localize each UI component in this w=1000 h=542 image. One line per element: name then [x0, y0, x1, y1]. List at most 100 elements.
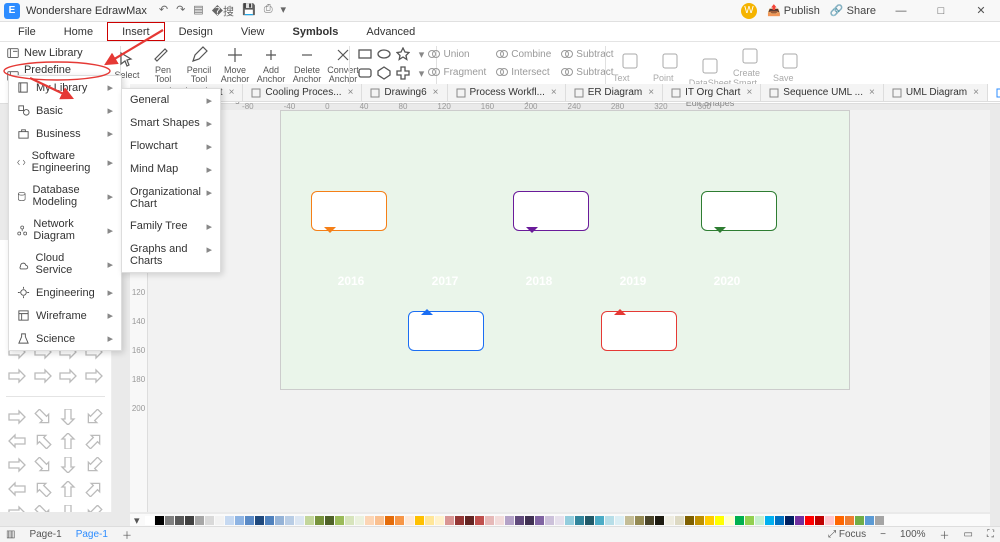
color-swatch[interactable] — [315, 516, 324, 525]
color-swatch[interactable] — [185, 516, 194, 525]
canvas[interactable]: 020406080100120140160180200 201620172018… — [130, 110, 990, 512]
color-swatch[interactable] — [655, 516, 664, 525]
close-tab-icon[interactable]: × — [973, 87, 979, 98]
shape-thumb[interactable] — [58, 366, 80, 386]
shape-thumb[interactable] — [32, 503, 54, 512]
color-swatch[interactable] — [845, 516, 854, 525]
shape-thumb[interactable] — [58, 479, 80, 499]
color-swatch[interactable] — [195, 516, 204, 525]
color-swatch[interactable] — [555, 516, 564, 525]
zoom-in-button[interactable]: ＋ — [940, 527, 950, 542]
shape-thumb[interactable] — [6, 366, 28, 386]
bool-subtract[interactable]: Subtract — [557, 64, 617, 80]
save-icon[interactable]: 💾 — [242, 3, 256, 19]
color-swatch[interactable] — [435, 516, 444, 525]
delete-anchor-tool[interactable]: Delete Anchor — [292, 46, 322, 84]
shape-thumb[interactable] — [6, 503, 28, 512]
page[interactable]: 20162017201820192020 — [280, 110, 850, 390]
color-swatch[interactable] — [835, 516, 844, 525]
color-swatch[interactable] — [735, 516, 744, 525]
expand-button[interactable]: ⛶ — [987, 529, 994, 540]
timeline-arrow-2020[interactable]: 2020 — [677, 266, 777, 296]
callout-2017[interactable] — [408, 311, 484, 351]
color-swatch[interactable] — [395, 516, 404, 525]
color-swatch[interactable] — [515, 516, 524, 525]
color-swatch[interactable] — [685, 516, 694, 525]
shape-thumb[interactable] — [83, 503, 105, 512]
bool-intersect[interactable]: Intersect — [492, 64, 555, 80]
timeline-arrow-2016[interactable]: 2016 — [301, 266, 401, 296]
lib-engineering[interactable]: Engineering▸ — [9, 281, 121, 304]
shape-thumb[interactable] — [32, 366, 54, 386]
doc-tab[interactable]: IT Org Chart× — [663, 84, 761, 101]
bool-fragment[interactable]: Fragment — [424, 64, 490, 80]
color-swatch[interactable] — [625, 516, 634, 525]
focus-button[interactable]: ⤢ Focus — [828, 529, 866, 540]
color-swatch[interactable] — [295, 516, 304, 525]
zoom-out-button[interactable]: − — [880, 529, 886, 540]
doc-tab[interactable]: Sequence UML ...× — [761, 84, 884, 101]
shape-thumb[interactable] — [58, 455, 80, 475]
shape-thumb[interactable] — [6, 455, 28, 475]
shape-plus[interactable] — [395, 65, 411, 81]
timeline-arrow-2019[interactable]: 2019 — [583, 266, 683, 296]
color-swatch[interactable] — [165, 516, 174, 525]
bool-subtract[interactable]: Subtract — [557, 46, 617, 62]
color-swatch[interactable] — [415, 516, 424, 525]
callout-2020[interactable] — [701, 191, 777, 231]
shape-thumb[interactable] — [83, 407, 105, 427]
lib-software-engineering[interactable]: Software Engineering▸ — [9, 145, 121, 179]
shape-thumb[interactable] — [32, 455, 54, 475]
color-swatch[interactable] — [505, 516, 514, 525]
shape-thumb[interactable] — [32, 431, 54, 451]
shape-thumb[interactable] — [83, 479, 105, 499]
close-tab-icon[interactable]: × — [348, 87, 354, 98]
move-anchor-tool[interactable]: Move Anchor — [220, 46, 250, 84]
lib-business[interactable]: Business▸ — [9, 122, 121, 145]
add-anchor-tool[interactable]: Add Anchor — [256, 46, 286, 84]
color-swatch[interactable] — [545, 516, 554, 525]
doc-tab[interactable]: ER Diagram× — [566, 84, 663, 101]
timeline-arrow-2017[interactable]: 2017 — [395, 266, 495, 296]
menu-tab-view[interactable]: View — [227, 22, 279, 41]
close-tab-icon[interactable]: × — [551, 87, 557, 98]
color-swatch[interactable] — [535, 516, 544, 525]
color-swatch[interactable] — [675, 516, 684, 525]
color-swatch[interactable] — [665, 516, 674, 525]
close-button[interactable]: ✕ — [966, 4, 996, 17]
menu-tab-symbols[interactable]: Symbols — [279, 22, 353, 41]
open-icon[interactable]: �搜 — [212, 3, 234, 19]
shape-thumb[interactable] — [6, 479, 28, 499]
color-swatch[interactable] — [525, 516, 534, 525]
color-swatch[interactable] — [205, 516, 214, 525]
sub-smart-shapes[interactable]: Smart Shapes▸ — [122, 112, 220, 135]
color-swatch[interactable] — [755, 516, 764, 525]
color-swatch[interactable] — [795, 516, 804, 525]
color-swatch[interactable] — [465, 516, 474, 525]
page-tab[interactable]: Page-1 — [76, 529, 108, 540]
shape-rect[interactable] — [357, 46, 373, 62]
bool-union[interactable]: Union — [424, 46, 490, 62]
publish-button[interactable]: 📤 Publish — [767, 4, 820, 17]
redo-icon[interactable]: ↷ — [176, 3, 185, 19]
more-icon[interactable]: ▾ — [281, 3, 287, 19]
shape-thumb[interactable] — [58, 407, 80, 427]
sub-mind-map[interactable]: Mind Map▸ — [122, 158, 220, 181]
color-swatch[interactable] — [145, 516, 154, 525]
doc-tab[interactable]: UML Diagram× — [884, 84, 988, 101]
shape-star[interactable] — [395, 46, 411, 62]
color-swatch[interactable] — [385, 516, 394, 525]
color-swatch[interactable] — [255, 516, 264, 525]
color-swatch[interactable] — [815, 516, 824, 525]
color-swatch[interactable] — [585, 516, 594, 525]
color-swatch[interactable] — [235, 516, 244, 525]
callout-2018[interactable] — [513, 191, 589, 231]
shape-ellipse[interactable] — [376, 46, 392, 62]
menu-tab-home[interactable]: Home — [50, 22, 107, 41]
new-library-button[interactable]: New Library — [6, 46, 116, 60]
shape-thumb[interactable] — [6, 431, 28, 451]
color-swatch[interactable] — [245, 516, 254, 525]
color-swatch[interactable] — [615, 516, 624, 525]
close-tab-icon[interactable]: × — [648, 87, 654, 98]
shape-thumb[interactable] — [83, 431, 105, 451]
